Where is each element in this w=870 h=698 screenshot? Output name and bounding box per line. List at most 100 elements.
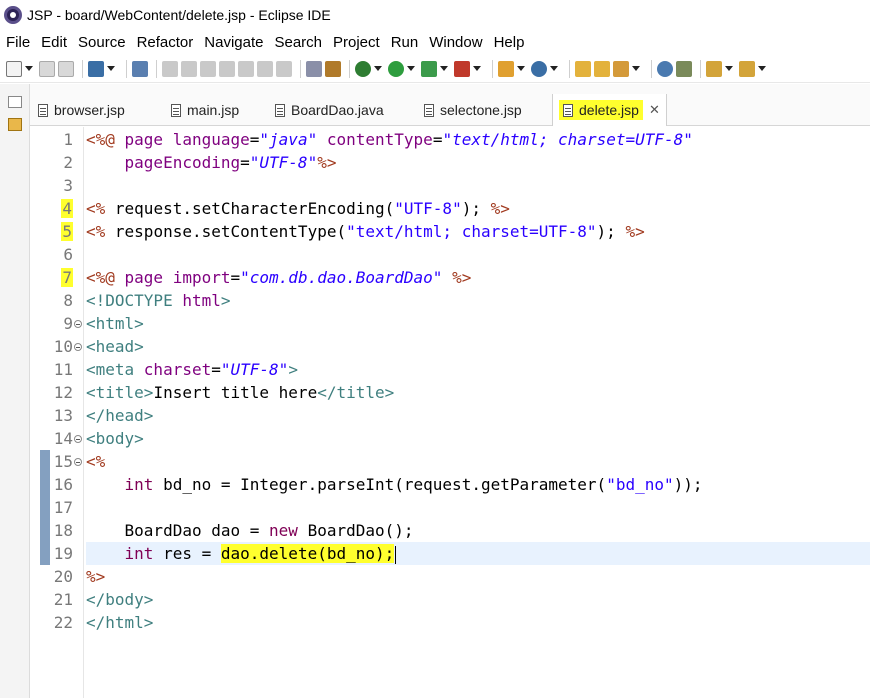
save-all-icon[interactable] [58,60,74,77]
line-number-text: 22 [53,613,73,632]
code-line: <title>Insert title here</title> [86,381,870,404]
line-number: 14 [45,427,73,450]
new-dropdown-icon[interactable] [25,66,33,71]
code-token: <meta [86,360,144,379]
coverage-icon[interactable] [421,60,437,77]
coverage-dropdown-icon[interactable] [440,66,448,71]
line-number: 1 [45,128,73,151]
code-token: <body> [86,429,144,448]
step-into-icon[interactable] [238,60,254,77]
code-token: %> [452,268,472,287]
fold-toggle-icon[interactable] [74,343,82,351]
code-token: <title> [86,383,154,402]
line-number-text: 19 [53,544,73,563]
tab-boarddao-java[interactable]: BoardDao.java [275,96,384,124]
code-token: res = [153,544,221,563]
menu-file[interactable]: File [6,34,30,51]
next-annotation-icon[interactable] [706,60,722,77]
toolbar-separator [651,59,652,78]
pin-editor-icon[interactable] [676,60,692,77]
code-line: </body> [86,588,870,611]
code-token: language [172,130,250,149]
toolbar-separator [569,59,570,78]
previous-annotation-dropdown-icon[interactable] [758,66,766,71]
next-annotation-dropdown-icon[interactable] [725,66,733,71]
menu-navigate[interactable]: Navigate [204,34,263,51]
menu-project[interactable]: Project [333,34,380,51]
open-console-icon[interactable] [88,60,104,77]
open-task-icon[interactable] [594,60,610,77]
outline-icon[interactable] [306,60,322,77]
line-number: 19 [45,542,73,565]
code-line: </html> [86,611,870,634]
restore-view-icon[interactable] [8,96,22,108]
previous-annotation-icon[interactable] [739,60,755,77]
eclipse-logo-icon [4,6,22,24]
package-explorer-icon[interactable] [8,118,22,131]
menu-refactor[interactable]: Refactor [137,34,194,51]
menu-source[interactable]: Source [78,34,126,51]
menu-run[interactable]: Run [391,34,419,51]
tab-delete-jsp[interactable]: delete.jsp ✕ [552,94,667,126]
code-area[interactable]: <%@ page language="java" contentType="te… [86,127,870,698]
tab-selectone-jsp[interactable]: selectone.jsp [424,96,522,124]
open-type-icon[interactable] [575,60,591,77]
web-browser-icon[interactable] [657,60,673,77]
run-icon[interactable] [388,60,404,77]
code-token: </html> [86,613,154,632]
external-tools-dropdown-icon[interactable] [473,66,481,71]
search-dropdown-icon[interactable] [632,66,640,71]
line-number-text: 18 [53,521,73,540]
new-java-project-icon[interactable] [498,60,514,77]
console-dropdown-icon[interactable] [107,66,115,71]
menu-search[interactable]: Search [274,34,322,51]
step-return-icon[interactable] [276,60,292,77]
code-token: int [124,544,154,563]
resume-icon[interactable] [162,60,178,77]
external-tools-icon[interactable] [454,60,470,77]
line-number: 20 [45,565,73,588]
menu-edit[interactable]: Edit [41,34,67,51]
tab-browser-jsp[interactable]: browser.jsp [38,96,125,124]
skip-breakpoints-icon[interactable] [132,60,148,77]
code-line: </head> [86,404,870,427]
highlighted-code: dao.delete(bd_no); [220,544,395,563]
code-token: html [182,291,221,310]
step-over-icon[interactable] [257,60,273,77]
run-dropdown-icon[interactable] [407,66,415,71]
fold-toggle-icon[interactable] [74,320,82,328]
toggle-mark-occurrences-icon[interactable] [325,60,341,77]
code-token: = [240,153,250,172]
save-icon[interactable] [39,60,55,77]
code-token: %> [625,222,645,241]
jsp-file-icon [563,103,573,117]
code-token: request.setCharacterEncoding( [114,199,395,218]
terminate-icon[interactable] [200,60,216,77]
search-tool-icon[interactable] [613,60,629,77]
close-tab-icon[interactable]: ✕ [649,102,660,118]
code-token: BoardDao dao = [86,521,270,540]
suspend-icon[interactable] [181,60,197,77]
menu-help[interactable]: Help [494,34,525,51]
code-line: <% response.setContentType("text/html; c… [86,220,870,243]
code-token: Insert title here [153,383,318,402]
code-token: </head> [86,406,154,425]
new-class-dropdown-icon[interactable] [550,66,558,71]
code-editor[interactable]: 1 2 3 4 5 6 7 8 9 10 11 12 13 14 15 16 17 18 19 20 21 22 <%@ … [30,127,870,698]
fold-toggle-icon[interactable] [74,458,82,466]
new-file-icon[interactable] [6,60,22,77]
menu-window[interactable]: Window [429,34,482,51]
tab-main-jsp[interactable]: main.jsp [171,96,239,124]
fold-toggle-icon[interactable] [74,435,82,443]
toolbar-separator [156,59,157,78]
code-token: <% [86,452,106,471]
new-project-dropdown-icon[interactable] [517,66,525,71]
disconnect-icon[interactable] [219,60,235,77]
new-class-icon[interactable] [531,60,547,77]
line-number-text: 20 [53,567,73,586]
debug-icon[interactable] [355,60,371,77]
debug-dropdown-icon[interactable] [374,66,382,71]
line-number-text: 7 [61,268,73,287]
